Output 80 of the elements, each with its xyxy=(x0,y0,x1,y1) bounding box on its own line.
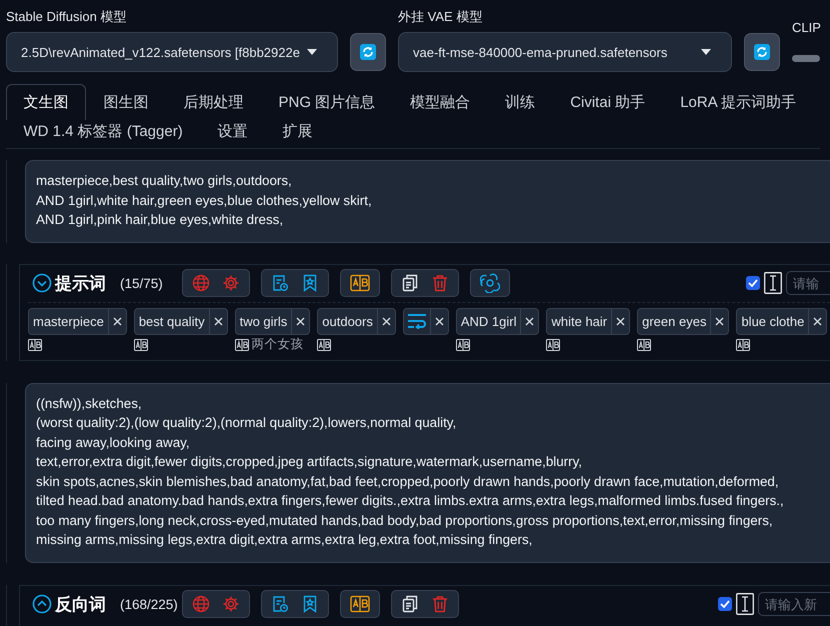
translate-icon[interactable] xyxy=(317,338,332,350)
tag-translation: 两个女孩 xyxy=(252,336,304,353)
token-count: (168/225) xyxy=(120,596,179,612)
tab[interactable]: 模型融合 xyxy=(392,84,488,120)
prompt-tag[interactable] xyxy=(402,308,449,334)
close-icon xyxy=(112,316,122,326)
panel-title: 提示词 xyxy=(55,272,106,294)
translate-icon[interactable] xyxy=(234,338,249,350)
prompt-tag[interactable]: masterpiece xyxy=(28,308,127,334)
document-clock-icon[interactable] xyxy=(271,274,289,292)
tab[interactable]: 扩展 xyxy=(265,120,330,148)
prompt-tag[interactable]: outdoors xyxy=(317,308,396,334)
refresh-icon xyxy=(360,44,376,60)
field-label: Stable Diffusion 模型 xyxy=(6,8,128,26)
tab[interactable]: 训练 xyxy=(488,84,553,120)
field-label: CLIP xyxy=(792,20,822,35)
prompt-tag[interactable]: white hair xyxy=(546,308,630,334)
close-icon xyxy=(715,316,724,326)
translate-icon[interactable] xyxy=(350,274,370,292)
close-icon xyxy=(813,316,822,326)
translate-icon[interactable] xyxy=(736,338,750,350)
close-icon xyxy=(525,316,534,326)
model-dropdown[interactable]: 2.5D\revAnimated_v122.safetensors [f8bb2922e xyxy=(6,32,338,72)
prompt-tag[interactable]: AND 1girl xyxy=(456,308,540,334)
knot-icon[interactable] xyxy=(480,273,500,293)
bookmark-star-icon[interactable] xyxy=(301,274,319,292)
copy-icon[interactable] xyxy=(401,274,419,292)
model-dropdown[interactable]: vae-ft-mse-840000-ema-pruned.safetensors xyxy=(398,32,732,72)
text-cursor-icon[interactable] xyxy=(764,272,782,294)
tab[interactable]: 图生图 xyxy=(86,84,166,120)
caret-icon xyxy=(307,49,317,55)
translate-icon[interactable] xyxy=(350,595,370,613)
close-icon xyxy=(214,316,223,326)
tab[interactable]: PNG 图片信息 xyxy=(261,84,393,120)
close-icon xyxy=(382,316,391,326)
line-break-icon xyxy=(406,313,427,329)
close-icon xyxy=(434,316,444,326)
tab[interactable]: Civitai 助手 xyxy=(552,84,663,120)
refresh-button[interactable] xyxy=(744,32,780,70)
document-clock-icon[interactable] xyxy=(271,595,289,613)
checkbox[interactable] xyxy=(718,597,732,611)
tab[interactable]: WD 1.4 标签器 (Tagger) xyxy=(6,120,200,148)
prompt-tag[interactable]: two girls xyxy=(234,308,310,334)
checkbox[interactable] xyxy=(746,276,760,290)
translate-icon[interactable] xyxy=(637,338,652,350)
slider-track[interactable] xyxy=(792,55,820,62)
globe-icon[interactable] xyxy=(192,274,210,292)
panel-title: 反向词 xyxy=(55,594,106,616)
translate-icon[interactable] xyxy=(456,338,470,350)
gear-icon[interactable] xyxy=(222,595,240,613)
text-cursor-icon[interactable] xyxy=(736,593,754,615)
translate-icon[interactable] xyxy=(28,338,42,350)
refresh-button[interactable] xyxy=(350,32,386,70)
prompt-tag[interactable]: green eyes xyxy=(637,308,730,334)
field-label: 外挂 VAE 模型 xyxy=(398,8,484,26)
copy-icon[interactable] xyxy=(401,595,419,613)
tab[interactable]: 设置 xyxy=(200,120,266,148)
trash-icon[interactable] xyxy=(431,595,449,613)
trash-icon[interactable] xyxy=(431,274,449,292)
prompt-textarea[interactable]: ((nsfw)),sketches, (worst quality:2),(low quality:2),(normal quality:2),lowers,normal quality, facing away,looking away, text,error,extra digit,fewer digits,cropped,jpeg artifacts,signature,watermark,username,blurry, skin spots,acnes,skin blemishes,bad anatomy,fat,bad feet,cropped,poorly drawn hands,poorly drawn face,mutation,deformed, tilted head.bad anatomy.bad hands,extra fingers,fewer digits.,extra limbs.extra arms,extra legs,malformed limbs.fused fingers., too many fingers,long neck,cross-eyed,mutated hands,bad body,bad proportions,gross proportions,text,error,missing fingers, missing arms,missing legs,extra digit,extra arms,extra leg,extra foot,missing fingers, xyxy=(25,382,830,562)
chevron-down-icon[interactable] xyxy=(32,273,52,293)
tab[interactable]: 文生图 xyxy=(6,84,86,120)
translate-icon[interactable] xyxy=(546,338,560,350)
prompt-tag[interactable]: best quality xyxy=(134,308,228,334)
translate-icon[interactable] xyxy=(134,338,148,350)
close-icon xyxy=(296,316,306,326)
tab[interactable]: LoRA 提示词助手 xyxy=(662,84,814,120)
tab[interactable]: 后期处理 xyxy=(166,84,261,120)
tag-input-field[interactable]: 请输 xyxy=(786,271,830,295)
chevron-up-icon[interactable] xyxy=(32,594,52,614)
bookmark-star-icon[interactable] xyxy=(301,595,319,613)
tag-input-field[interactable]: 请输入新 xyxy=(758,592,830,616)
prompt-tag[interactable]: blue clothe xyxy=(736,308,828,334)
caret-icon xyxy=(701,49,711,55)
globe-icon[interactable] xyxy=(192,595,210,613)
gear-icon[interactable] xyxy=(222,274,240,292)
prompt-textarea[interactable]: masterpiece,best quality,two girls,outdoors, AND 1girl,white hair,green eyes,blue clothes,yellow skirt, AND 1girl,pink hair,blue eyes,white dress, xyxy=(25,160,830,242)
refresh-icon xyxy=(754,44,770,60)
token-count: (15/75) xyxy=(120,276,164,290)
close-icon xyxy=(616,316,626,326)
